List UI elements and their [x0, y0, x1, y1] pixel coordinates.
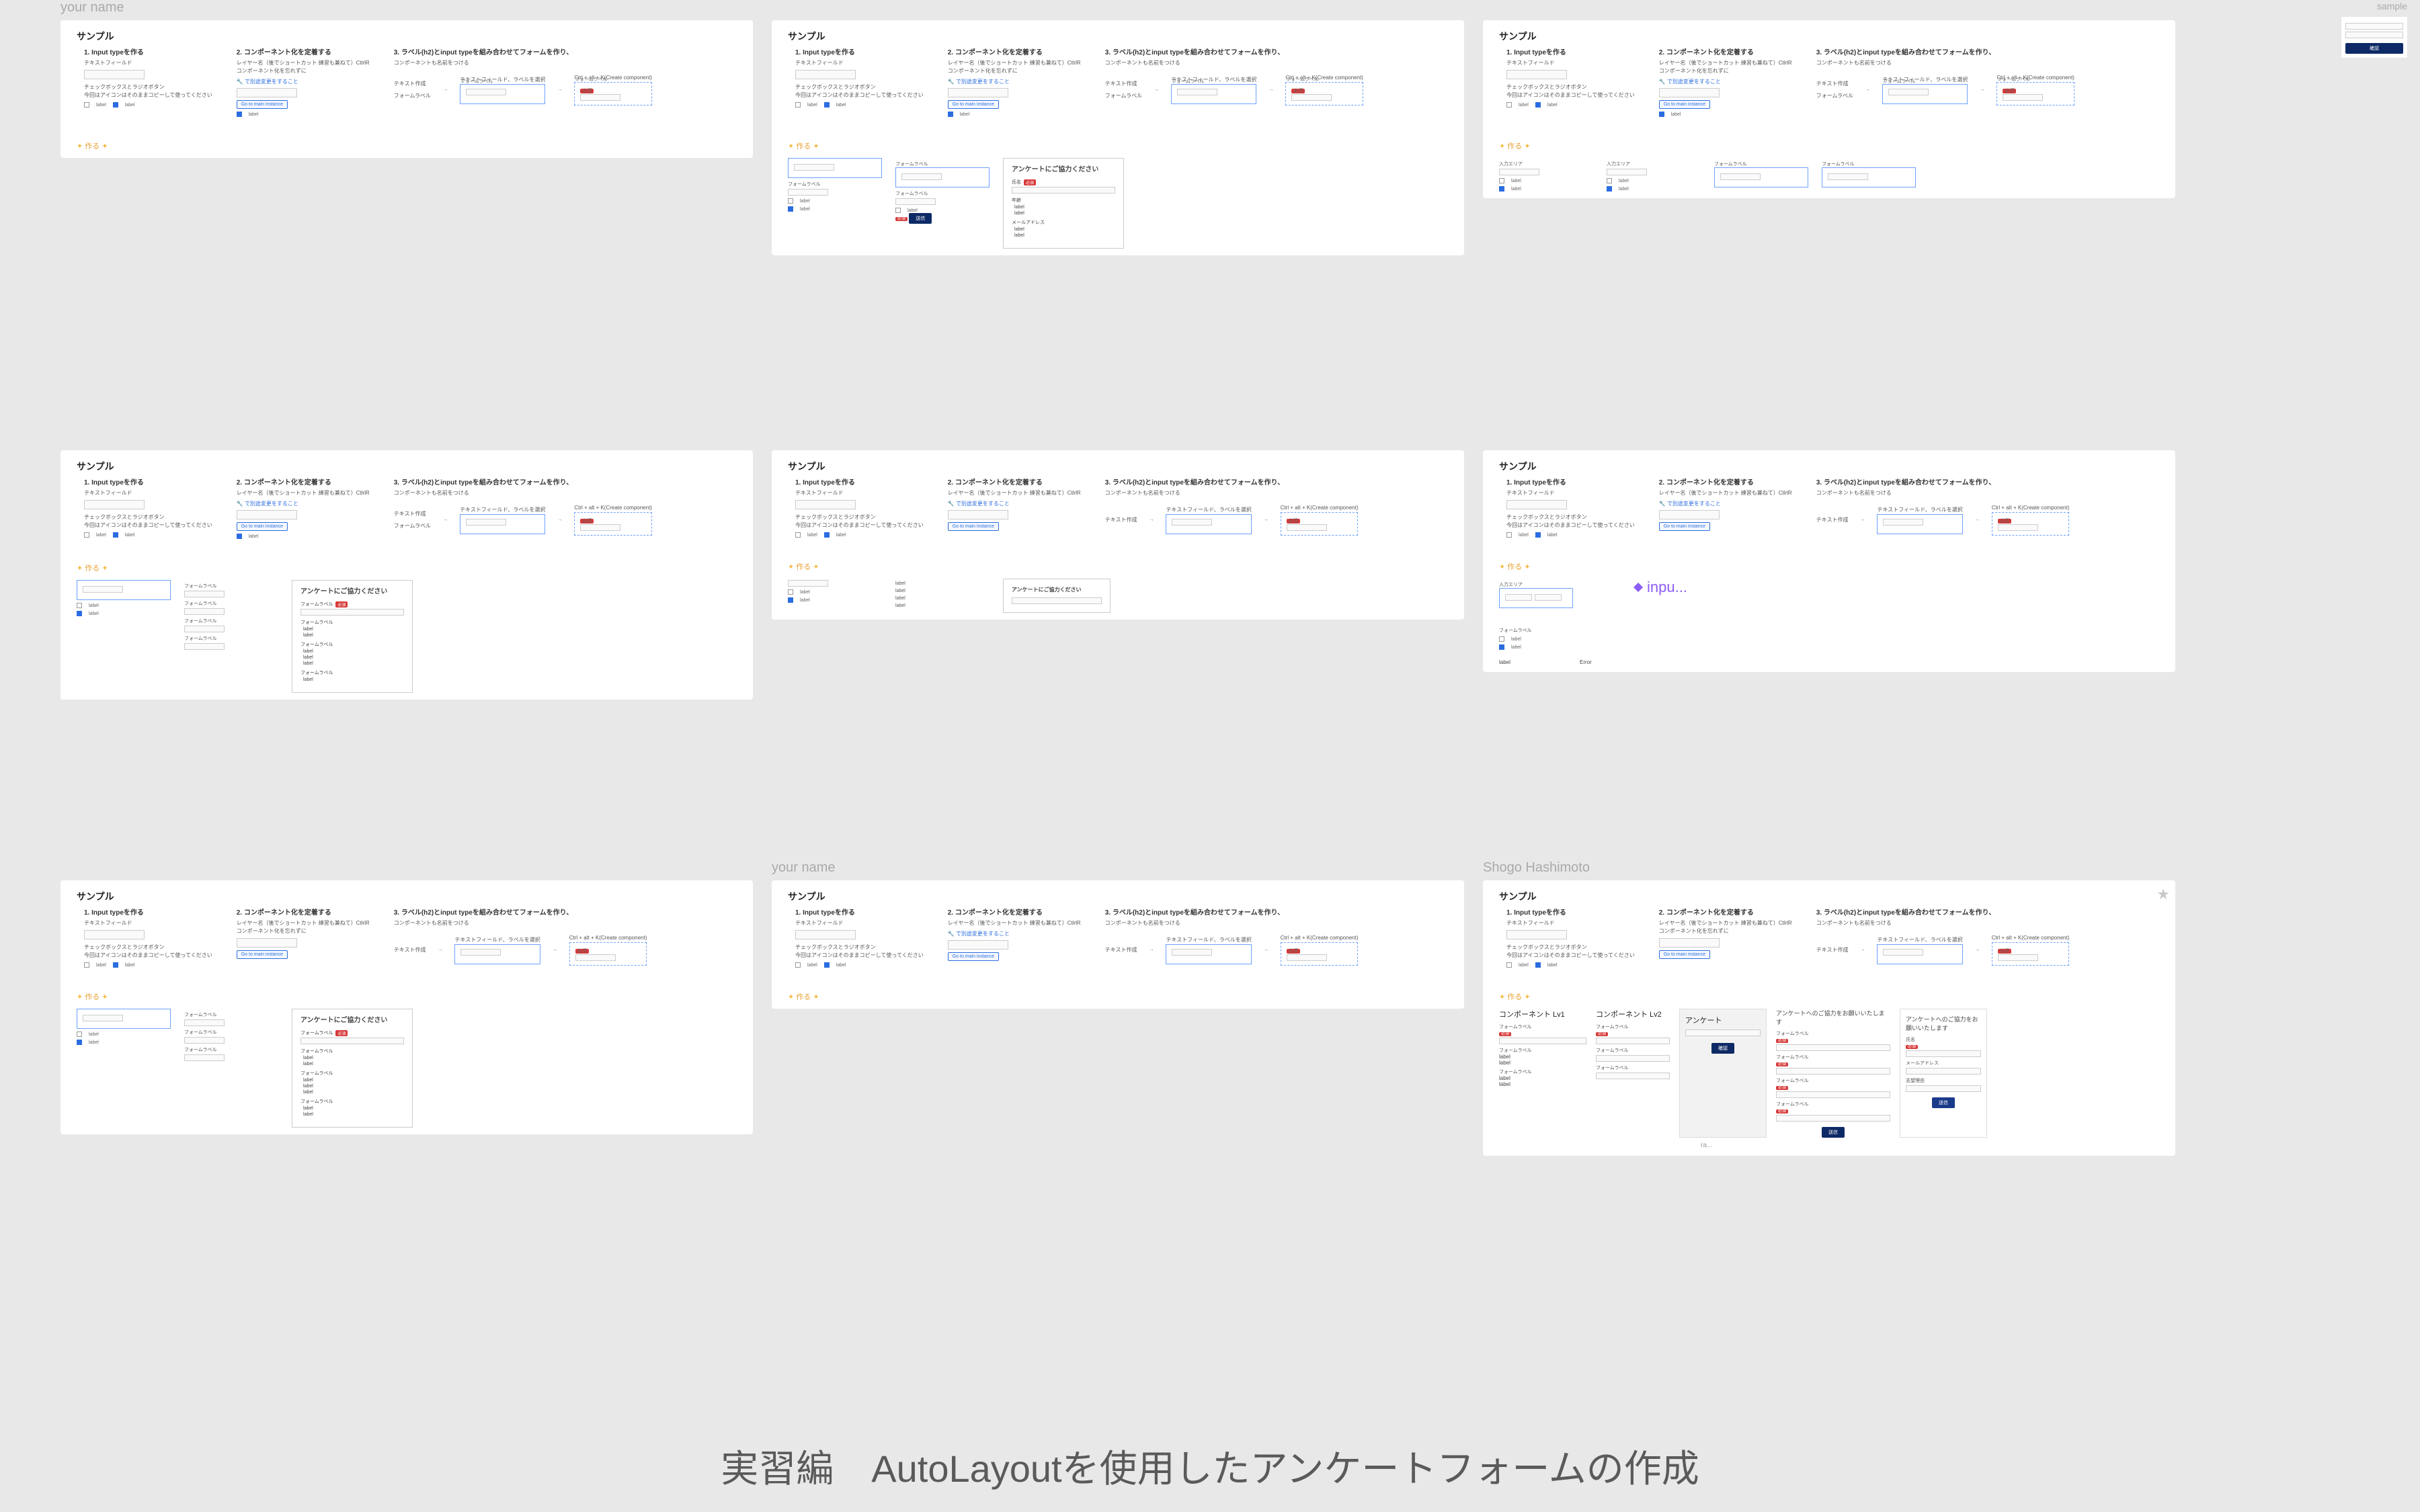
survey-form[interactable]: アンケートにご協力ください フォームラベル必須 フォームラベルlabellabe… — [292, 580, 413, 693]
star-icon[interactable]: ★ — [2156, 886, 2170, 903]
step-1: 1. Input typeを作る テキストフィールド チェックボックスとラジオボ… — [77, 40, 220, 114]
go-to-main-button[interactable]: Go to main instance — [237, 100, 288, 109]
author-label: your name — [61, 0, 124, 15]
design-card[interactable]: サンプル 1. Input typeを作るテキストフィールドチェックボックスとラ… — [1483, 450, 2175, 672]
step-2: 2. コンポーネント化を定着する レイヤー名（後でショートカット 練習も兼ねて）… — [229, 40, 377, 123]
checkbox-checked-icon — [237, 112, 242, 117]
text-field[interactable] — [466, 89, 506, 95]
text-field[interactable] — [84, 70, 145, 79]
card-heading: サンプル — [77, 30, 114, 43]
reference-row: 1. Input typeを作る テキストフィールド チェックボックスとラジオボ… — [61, 20, 753, 134]
reference-row: 1. Input typeを作るテキストフィールドチェックボックスとラジオボタン… — [772, 20, 1464, 134]
submit-button[interactable]: 送信 — [909, 213, 932, 224]
submit-button[interactable]: 確認 — [2345, 43, 2403, 54]
survey-outline: アンケート 確認 — [1679, 1009, 1767, 1138]
text-field[interactable] — [237, 88, 297, 97]
page-caption: 実習編 AutoLayoutを使用したアンケートフォームの作成 — [0, 1439, 2420, 1493]
build-panels: フォームラベル label label フォームラベル フォームラベル labe… — [788, 158, 1448, 249]
build-area: 作る — [61, 134, 753, 158]
step-3: 3. ラベル(h2)とinput typeを組み合わせてフォームを作り、 コンポ… — [387, 40, 669, 112]
design-card[interactable]: サンプル 1. Input typeを作るテキストフィールドチェックボックスとラ… — [1483, 20, 2175, 198]
design-card[interactable]: ★ サンプル 1. Input typeを作るテキストフィールドチェックボックス… — [1483, 880, 2175, 1156]
sample-label: sample — [2377, 1, 2407, 11]
design-card[interactable]: サンプル 1. Input typeを作るテキストフィールドチェックボックスとラ… — [61, 450, 753, 700]
confirm-button[interactable]: 確認 — [1711, 1043, 1734, 1054]
design-card[interactable]: サンプル 1. Input typeを作るテキストフィールドチェックボックスとラ… — [772, 880, 1464, 1009]
text-field[interactable] — [2345, 32, 2403, 38]
panel-col: フォームラベル フォームラベル label 必須 送信 — [895, 158, 990, 249]
design-card[interactable]: サンプル 1. Input typeを作るテキストフィールドチェックボックスとラ… — [61, 880, 753, 1134]
arrow-right-icon: → — [557, 87, 562, 92]
panel-col: フォームラベル label label — [788, 158, 882, 249]
design-card[interactable]: サンプル 1. Input typeを作るテキストフィールドチェックボックスとラ… — [772, 450, 1464, 620]
submit-button[interactable]: 送信 — [1822, 1127, 1845, 1138]
author-label: Shogo Hashimoto — [1483, 860, 1590, 876]
card-wrap: your name サンプル 1. Input typeを作る テキストフィール… — [61, 20, 753, 430]
design-card[interactable]: サンプル 1. Input typeを作る テキストフィールド チェックボックス… — [61, 20, 753, 158]
required-badge: 必須 — [580, 89, 594, 93]
survey-panel: アンケートにご協力ください 氏名必須 年齢labellabel メールアドレスl… — [1003, 158, 1124, 249]
card-wrap: サンプル 1. Input typeを作るテキストフィールドチェックボックスとラ… — [772, 20, 1464, 430]
truncated-label: ra... — [1701, 1142, 2159, 1149]
text-field[interactable] — [580, 94, 620, 101]
checkbox-icon — [84, 102, 89, 108]
card-grid: your name サンプル 1. Input typeを作る テキストフィール… — [0, 0, 2420, 1297]
text-field[interactable] — [2345, 23, 2403, 30]
sample-mini-card[interactable]: sample 確認 — [2341, 16, 2408, 58]
component-frame[interactable]: フォームラベル必須 — [574, 82, 652, 106]
arrow-right-icon: → — [443, 87, 448, 92]
component-label[interactable]: inpu... — [1634, 579, 1687, 596]
selected-frame[interactable]: フォームラベル — [460, 84, 545, 104]
design-card[interactable]: サンプル 1. Input typeを作るテキストフィールドチェックボックスとラ… — [772, 20, 1464, 255]
checkbox-checked-icon — [113, 102, 118, 108]
survey-form[interactable]: アンケートにご協力ください 氏名必須 年齢labellabel メールアドレスl… — [1003, 158, 1124, 249]
author-label: your name — [772, 860, 836, 876]
build-heading: 作る — [77, 140, 737, 151]
submit-button[interactable]: 送信 — [1932, 1097, 1955, 1108]
